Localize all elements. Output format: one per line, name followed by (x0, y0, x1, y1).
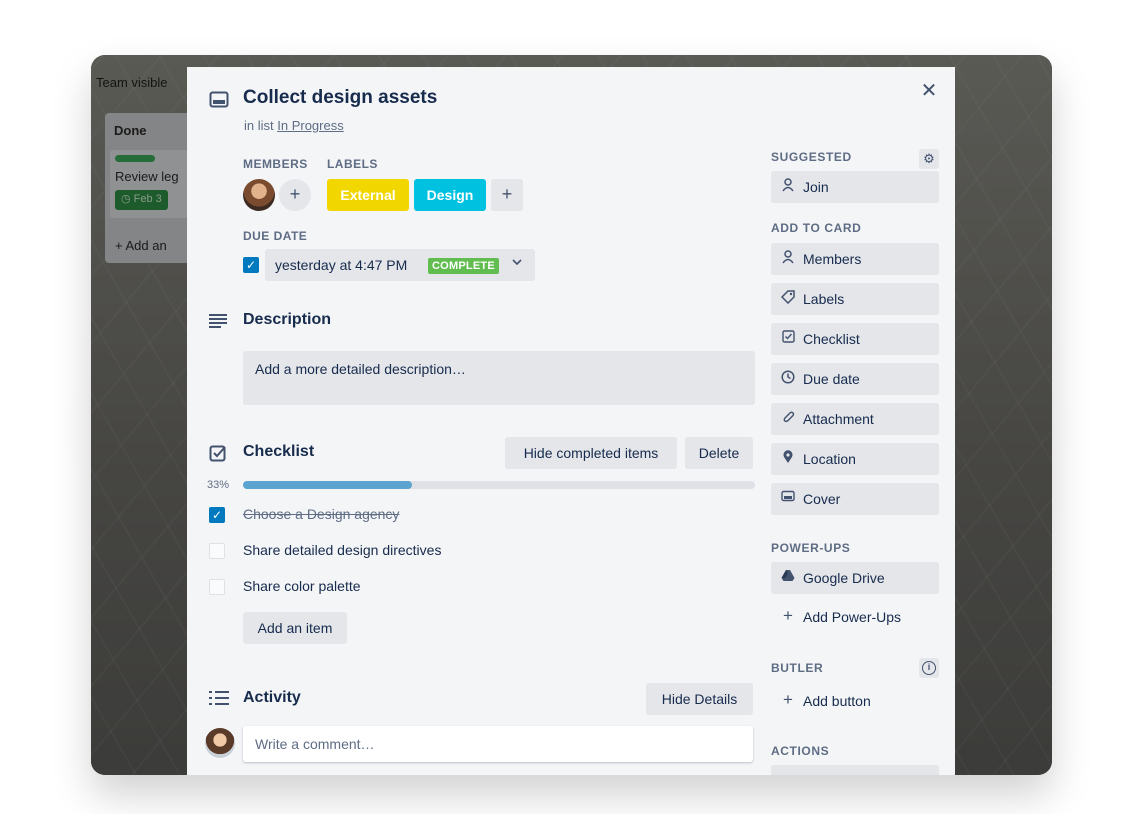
comment-placeholder: Write a comment… (255, 736, 375, 752)
members-button[interactable]: Members (771, 243, 939, 275)
card-icon (209, 91, 229, 108)
add-power-ups-button[interactable]: + Add Power-Ups (771, 601, 939, 633)
join-button[interactable]: Join (771, 171, 939, 203)
person-icon (781, 178, 795, 194)
activity-title: Activity (243, 689, 301, 706)
description-icon (209, 314, 227, 328)
checklist-item-text[interactable]: Share detailed design directives (243, 542, 441, 558)
labels-heading: LABELS (327, 157, 378, 171)
chevron-down-icon (511, 256, 523, 271)
plus-icon: + (783, 606, 793, 625)
checklist-item-text[interactable]: Choose a Design agency (243, 506, 399, 522)
checklist-icon (209, 445, 226, 462)
google-drive-icon (781, 569, 795, 585)
pin-icon (781, 450, 795, 466)
checklist-progress-percent: 33% (207, 479, 230, 491)
list-link[interactable]: In Progress (277, 118, 343, 133)
clock-icon (781, 370, 795, 386)
checklist-icon (781, 330, 795, 346)
due-date-label: Due date (803, 371, 860, 387)
label-external[interactable]: External (327, 179, 409, 211)
activity-icon (209, 691, 229, 705)
description-title: Description (243, 311, 332, 328)
due-date-text: yesterday at 4:47 PM (275, 257, 408, 273)
checklist-progress-bar (243, 481, 755, 489)
location-button[interactable]: Location (771, 443, 939, 475)
info-icon[interactable]: i (919, 658, 939, 678)
members-label: Members (803, 251, 862, 267)
power-ups-heading: POWER-UPS (771, 541, 851, 555)
due-date-heading: DUE DATE (243, 229, 308, 243)
card-title[interactable]: Collect design assets (243, 87, 437, 109)
close-button[interactable]: ✕ (917, 79, 941, 103)
description-placeholder: Add a more detailed description… (255, 361, 466, 377)
location-label: Location (803, 451, 856, 467)
tag-icon (780, 290, 795, 306)
checklist-label: Checklist (803, 331, 860, 347)
cover-label: Cover (803, 491, 841, 507)
due-complete-checkbox[interactable]: ✓ (243, 257, 259, 273)
checklist-item-text[interactable]: Share color palette (243, 578, 361, 594)
checklist-progress-fill (243, 481, 412, 489)
due-date: ✓ yesterday at 4:47 PM COMPLETE (243, 249, 535, 281)
hide-details-button[interactable]: Hide Details (646, 683, 753, 715)
avatar (205, 728, 235, 758)
cover-icon (781, 490, 795, 506)
members-heading: MEMBERS (243, 157, 308, 171)
attachment-label: Attachment (803, 411, 874, 427)
join-label: Join (803, 179, 829, 195)
checklist-title: Checklist (243, 443, 315, 460)
description-field[interactable]: Add a more detailed description… (243, 351, 755, 405)
checklist-item-checkbox[interactable] (209, 579, 225, 595)
hide-completed-button[interactable]: Hide completed items (505, 437, 677, 469)
add-member-button[interactable]: + (279, 179, 311, 211)
cover-button[interactable]: Cover (771, 483, 939, 515)
member-avatar[interactable] (243, 179, 275, 211)
in-list-prefix: in list (244, 118, 274, 133)
label-design[interactable]: Design (414, 179, 486, 211)
add-button-label: Add button (803, 693, 871, 709)
suggested-heading: SUGGESTED (771, 150, 852, 164)
gear-icon[interactable]: ⚙ (919, 149, 939, 169)
butler-heading: BUTLER (771, 661, 824, 675)
comment-input[interactable]: Write a comment… (243, 726, 753, 762)
labels-button[interactable]: Labels (771, 283, 939, 315)
due-date-button-side[interactable]: Due date (771, 363, 939, 395)
google-drive-button[interactable]: Google Drive (771, 562, 939, 594)
in-list-text: in list In Progress (244, 118, 344, 133)
actions-heading: ACTIONS (771, 744, 830, 758)
action-button[interactable] (771, 765, 939, 775)
checklist-item-checkbox[interactable] (209, 543, 225, 559)
plus-icon: + (783, 690, 793, 709)
delete-checklist-button[interactable]: Delete (685, 437, 753, 469)
labels-label: Labels (803, 291, 845, 307)
person-icon (781, 250, 795, 266)
checklist-item-checkbox[interactable]: ✓ (209, 507, 225, 523)
add-power-ups-label: Add Power-Ups (803, 609, 902, 625)
complete-badge: COMPLETE (428, 258, 499, 274)
google-drive-label: Google Drive (803, 570, 885, 586)
add-item-button[interactable]: Add an item (243, 612, 347, 644)
add-butler-button[interactable]: + Add button (771, 685, 939, 717)
app-window: Team visible Done Review leg ◷ Feb 3 + A… (91, 55, 1052, 775)
add-label-button[interactable]: + (491, 179, 523, 211)
attachment-button[interactable]: Attachment (771, 403, 939, 435)
card-detail-modal: ✕ Collect design assets in list In Progr… (187, 67, 955, 775)
checklist-button[interactable]: Checklist (771, 323, 939, 355)
add-to-card-heading: ADD TO CARD (771, 221, 862, 235)
paperclip-icon (781, 410, 795, 426)
due-date-button[interactable]: yesterday at 4:47 PM COMPLETE (265, 249, 535, 281)
